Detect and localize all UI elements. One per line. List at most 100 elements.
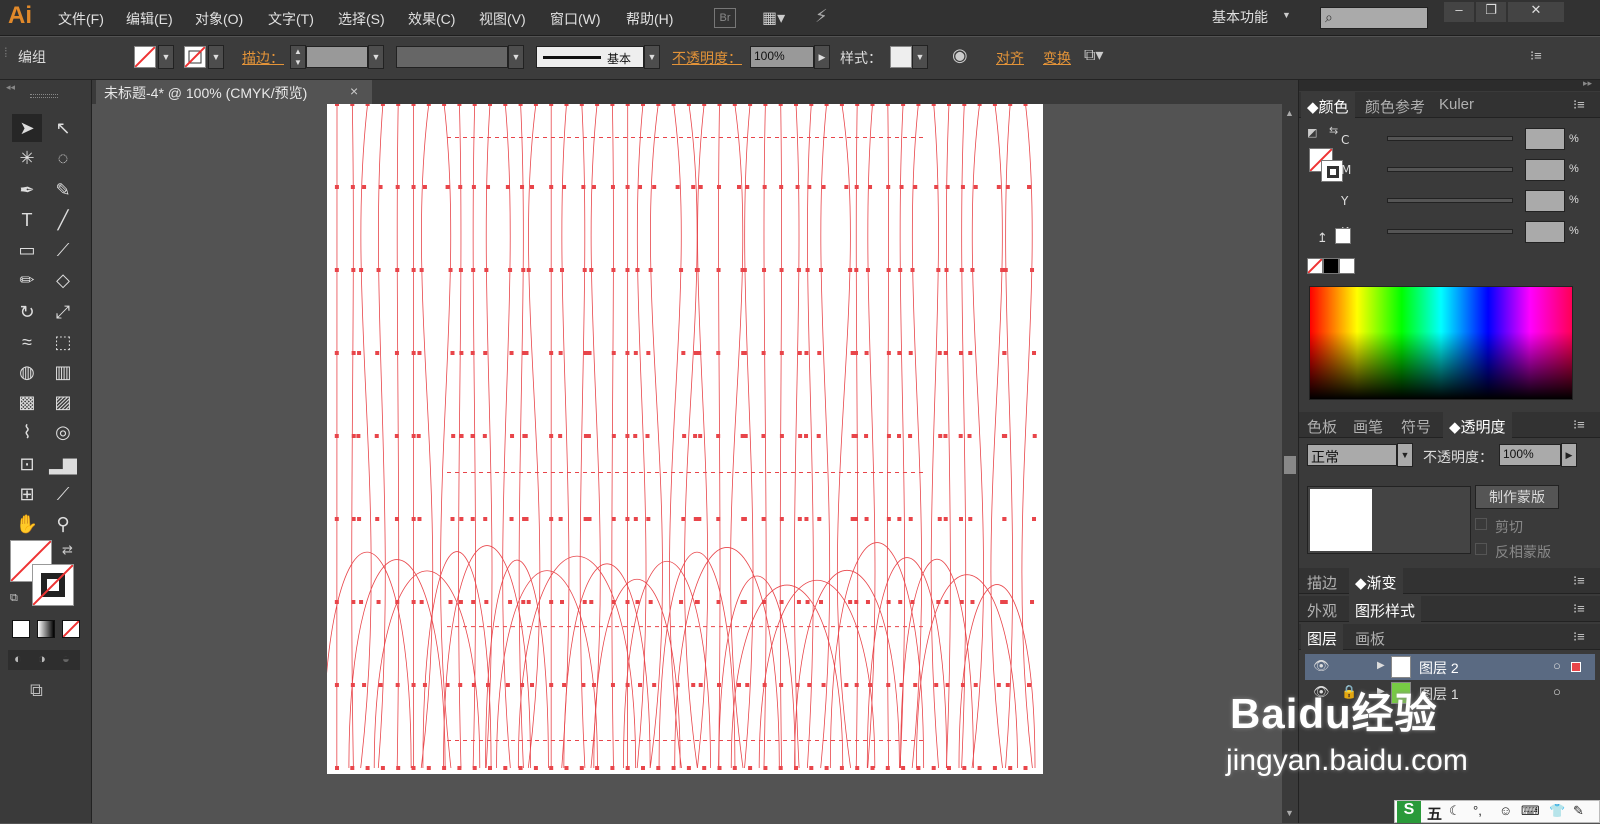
menu-help[interactable]: 帮助(H) <box>626 9 673 29</box>
target-icon[interactable]: ○ <box>1553 658 1561 673</box>
fill-dropdown[interactable]: ▼ <box>158 45 174 69</box>
channel-k-slider[interactable] <box>1387 229 1513 234</box>
type-tool-icon[interactable]: T <box>12 206 42 234</box>
selection-indicator[interactable] <box>1571 662 1581 672</box>
search-input[interactable]: ⌕ <box>1320 7 1428 29</box>
brush-dropdown[interactable]: ▼ <box>644 45 660 69</box>
close-window-button[interactable]: ✕ <box>1508 2 1564 22</box>
stroke-swatch[interactable] <box>184 46 206 68</box>
panel-menu-icon[interactable]: ⁝≡ <box>1530 48 1542 64</box>
recolor-artwork-icon[interactable]: ◉ <box>952 45 968 66</box>
mesh-tool-icon[interactable]: ▩ <box>12 388 42 416</box>
minimize-button[interactable]: – <box>1444 2 1474 22</box>
keyboard-icon[interactable]: ⌨ <box>1521 803 1540 819</box>
graphic-style-swatch[interactable] <box>890 46 912 68</box>
menu-file[interactable]: 文件(F) <box>58 9 104 29</box>
tab-artboards[interactable]: 画板 <box>1349 624 1391 650</box>
tab-layers[interactable]: 图层 <box>1301 624 1343 650</box>
tab-swatches[interactable]: 色板 <box>1301 412 1343 438</box>
isolate-group-icon[interactable]: ⧉▾ <box>1084 45 1103 65</box>
tab-color[interactable]: ◆颜色 <box>1301 92 1355 118</box>
panel-menu-icon[interactable]: ⁝≡ <box>1573 417 1585 433</box>
panel-menu-icon[interactable]: ⁝≡ <box>1573 629 1585 645</box>
sogou-logo-icon[interactable]: S <box>1397 801 1421 823</box>
tab-gradient[interactable]: ◆渐变 <box>1349 568 1403 594</box>
object-thumbnail[interactable] <box>1310 489 1372 551</box>
transparency-opacity-field[interactable]: 100% <box>1499 444 1561 466</box>
brush-definition-field[interactable]: 基本 <box>536 46 644 68</box>
align-panel-link[interactable]: 对齐 <box>996 48 1024 68</box>
none-swatch[interactable] <box>1307 258 1323 274</box>
vector-artwork[interactable] <box>327 104 1043 774</box>
stroke-dropdown[interactable]: ▼ <box>208 45 224 69</box>
menu-view[interactable]: 视图(V) <box>479 9 526 29</box>
fill-swatch[interactable] <box>134 46 156 68</box>
channel-m-field[interactable] <box>1525 159 1565 181</box>
tab-kuler[interactable]: Kuler <box>1433 92 1480 118</box>
zoom-tool-icon[interactable]: ⚲ <box>48 510 78 538</box>
punctuation-icon[interactable]: °, <box>1473 803 1482 818</box>
clip-checkbox[interactable] <box>1475 518 1487 530</box>
scroll-up-icon[interactable]: ▲ <box>1285 108 1294 118</box>
dock-header[interactable]: ▸▸ <box>1299 80 1600 91</box>
scroll-thumb[interactable] <box>1284 456 1296 474</box>
rotate-tool-icon[interactable]: ↻ <box>12 298 42 326</box>
rectangle-tool-icon[interactable]: ▭ <box>12 236 42 264</box>
workspace-switcher[interactable]: 基本功能 <box>1212 7 1268 27</box>
stroke-panel-link[interactable]: 描边： <box>242 48 284 68</box>
gamut-color-swatch[interactable] <box>1335 228 1351 244</box>
hand-tool-icon[interactable]: ✋ <box>12 510 42 538</box>
white-swatch[interactable] <box>1339 258 1355 274</box>
channel-c-field[interactable] <box>1525 128 1565 150</box>
ime-mode[interactable]: 五 <box>1427 803 1442 824</box>
paintbrush-tool-icon[interactable]: ⟋ <box>48 236 78 264</box>
toolbox-grip[interactable] <box>30 94 58 98</box>
pencil-tool-icon[interactable]: ✏ <box>12 266 42 294</box>
tab-color-guide[interactable]: 颜色参考 <box>1359 92 1431 118</box>
channel-c-slider[interactable] <box>1387 136 1513 141</box>
menu-select[interactable]: 选择(S) <box>338 9 385 29</box>
panel-menu-icon[interactable]: ⁝≡ <box>1573 573 1585 589</box>
blend-mode-select[interactable]: 正常 <box>1307 444 1397 466</box>
menu-window[interactable]: 窗口(W) <box>550 9 601 29</box>
opacity-field[interactable]: 100% <box>750 46 814 68</box>
swap-colors-icon[interactable]: ⇄ <box>62 542 73 558</box>
panel-stroke-swatch[interactable] <box>1321 160 1343 182</box>
pen-tool-icon[interactable]: ✒ <box>12 176 42 204</box>
restore-button[interactable]: ❐ <box>1476 2 1506 22</box>
expand-triangle-icon[interactable]: ▶ <box>1377 660 1385 671</box>
channel-y-slider[interactable] <box>1387 198 1513 203</box>
black-swatch[interactable] <box>1323 258 1339 274</box>
visibility-eye-icon[interactable]: 👁 <box>1313 658 1330 674</box>
variable-width-profile[interactable] <box>396 46 508 68</box>
skin-icon[interactable]: 👕 <box>1549 803 1565 819</box>
bridge-button[interactable]: Br <box>714 8 736 28</box>
invert-mask-checkbox[interactable] <box>1475 543 1487 555</box>
channel-m-slider[interactable] <box>1387 167 1513 172</box>
draw-inside-icon[interactable]: ◒ <box>62 651 70 666</box>
gpu-performance-icon[interactable]: ⚡ <box>815 6 828 27</box>
default-colors-icon[interactable]: ⧉ <box>10 592 18 605</box>
column-graph-tool-icon[interactable]: ▂▆ <box>48 450 78 478</box>
dock-expand-icon[interactable]: ▸▸ <box>1583 78 1592 89</box>
layer-name[interactable]: 图层 2 <box>1419 658 1459 678</box>
free-transform-tool-icon[interactable]: ⬚ <box>48 328 78 356</box>
menu-effect[interactable]: 效果(C) <box>408 9 455 29</box>
tab-stroke[interactable]: 描边 <box>1301 568 1343 594</box>
shape-builder-tool-icon[interactable]: ◍ <box>12 358 42 386</box>
gradient-mode-button[interactable] <box>37 620 55 638</box>
target-icon[interactable]: ○ <box>1553 684 1561 699</box>
stroke-color-box[interactable] <box>32 564 74 606</box>
eyedropper-tool-icon[interactable]: ⌇ <box>12 418 42 446</box>
collapse-icon[interactable]: ◂◂ <box>6 82 15 93</box>
stroke-weight-stepper[interactable]: ▲▼ <box>290 45 306 69</box>
lasso-tool-icon[interactable]: ◌ <box>48 144 78 172</box>
selection-tool-icon[interactable]: ➤ <box>12 114 42 142</box>
transform-panel-link[interactable]: 变换 <box>1043 48 1071 68</box>
color-spectrum[interactable] <box>1309 286 1573 400</box>
arrange-documents-icon[interactable]: ▦▾ <box>762 8 796 28</box>
out-of-gamut-icon[interactable]: ↥ <box>1317 230 1328 246</box>
panel-menu-icon[interactable]: ⁝≡ <box>1573 97 1585 113</box>
symbol-sprayer-tool-icon[interactable]: ⊡ <box>12 450 42 478</box>
menu-object[interactable]: 对象(O) <box>195 9 243 29</box>
